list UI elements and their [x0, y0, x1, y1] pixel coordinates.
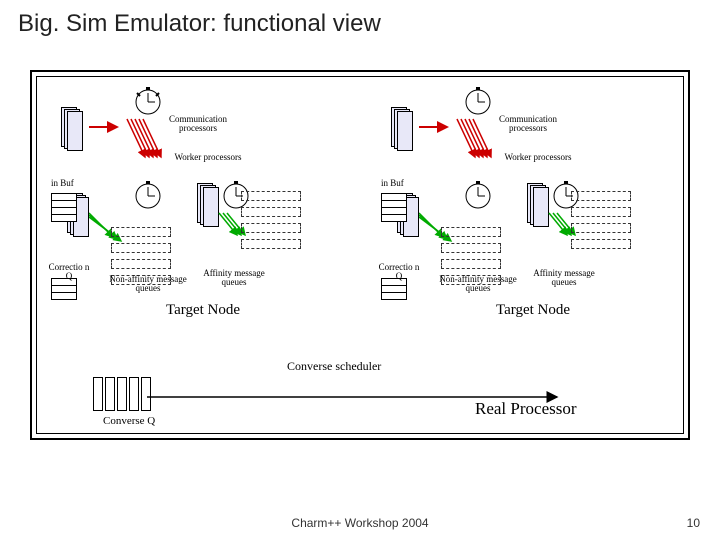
- inbuf-box: [51, 193, 77, 233]
- affinity-queues: [571, 191, 631, 261]
- comm-processors-label: Communication processors: [489, 115, 567, 134]
- target-node-label: Target Node: [465, 303, 601, 319]
- non-affinity-label: Non-affinity message queues: [103, 275, 193, 294]
- clock-icon: [463, 87, 493, 117]
- clock-icon: [133, 87, 163, 117]
- target-node-label: Target Node: [135, 303, 271, 319]
- worker-processors-label: Worker processors: [503, 153, 573, 162]
- footer-text: Charm++ Workshop 2004: [0, 516, 720, 530]
- converse-q-label: Converse Q: [103, 415, 155, 427]
- target-node-left: Communication processors Worker processo…: [41, 83, 351, 343]
- affinity-queues: [241, 191, 301, 261]
- correction-q-label: Correctio n Q: [47, 263, 91, 282]
- correction-q-label: Correctio n Q: [377, 263, 421, 282]
- target-node-right: Communication processors Worker processo…: [371, 83, 681, 343]
- correction-q-box: [51, 278, 77, 318]
- inbuf-label: in Buf: [51, 179, 81, 188]
- inbuf-box: [381, 193, 407, 233]
- real-processor-label: Real Processor: [475, 399, 577, 419]
- worker-processors-label: Worker processors: [173, 153, 243, 162]
- correction-q-box: [381, 278, 407, 318]
- converse-scheduler-label: Converse scheduler: [287, 359, 381, 374]
- inbuf-label: in Buf: [381, 179, 411, 188]
- diagram-frame: Communication processors Worker processo…: [30, 70, 690, 440]
- slide-title: Big. Sim Emulator: functional view: [0, 0, 720, 44]
- non-affinity-label: Non-affinity message queues: [433, 275, 523, 294]
- diagram-inner: Communication processors Worker processo…: [36, 76, 684, 434]
- affinity-label: Affinity message queues: [193, 269, 275, 288]
- page-number: 10: [687, 516, 700, 530]
- comm-processors-label: Communication processors: [159, 115, 237, 134]
- affinity-label: Affinity message queues: [523, 269, 605, 288]
